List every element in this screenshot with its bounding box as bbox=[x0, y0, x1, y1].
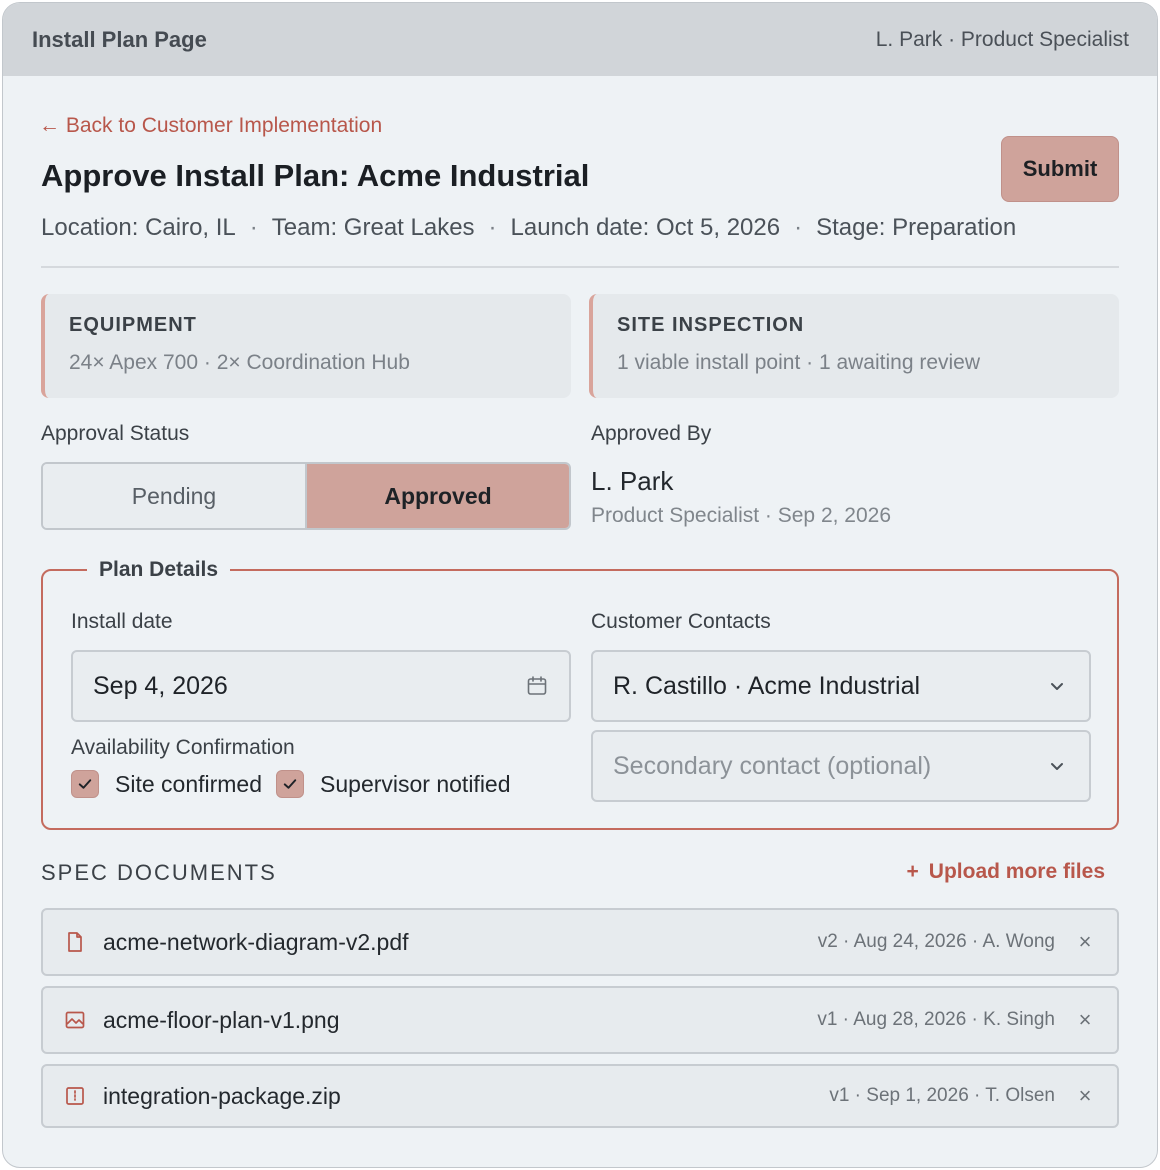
file-name: acme-network-diagram-v2.pdf bbox=[103, 928, 409, 955]
remove-file-close-icon[interactable]: × bbox=[1073, 1083, 1097, 1109]
file-meta: v1 · Sep 1, 2026 · T. Olsen bbox=[829, 1085, 1055, 1106]
upload-more-files-label: Upload more files bbox=[928, 860, 1105, 883]
current-user: L. Park · Product Specialist bbox=[875, 27, 1129, 51]
approver-name: L. Park bbox=[591, 466, 674, 496]
meta-separator: · bbox=[488, 214, 497, 241]
approved-by-label: Approved By bbox=[591, 422, 712, 445]
chevron-down-icon bbox=[1051, 683, 1063, 690]
supervisor-notified-label: Supervisor notified bbox=[320, 770, 511, 797]
site-confirmed-checkbox[interactable] bbox=[71, 770, 99, 798]
equipment-card: EQUIPMENT 24× Apex 700 · 2× Coordination… bbox=[41, 294, 571, 398]
meta-location: Location: Cairo, IL bbox=[41, 214, 236, 241]
file-name: acme-floor-plan-v1.png bbox=[103, 1006, 340, 1033]
site-inspection-card: SITE INSPECTION 1 viable install point ·… bbox=[589, 294, 1119, 398]
approval-status-label: Approval Status bbox=[41, 422, 190, 445]
app-window: Install Plan Page L. Park · Product Spec… bbox=[2, 2, 1158, 1168]
availability-checks: Site confirmed Supervisor notified bbox=[71, 770, 511, 798]
file-meta: v2 · Aug 24, 2026 · A. Wong bbox=[817, 931, 1055, 952]
install-date-value: Sep 4, 2026 bbox=[93, 671, 228, 700]
file-row[interactable]: integration-package.zip v1 · Sep 1, 2026… bbox=[41, 1064, 1119, 1128]
upload-more-files-link[interactable]: + Upload more files bbox=[907, 860, 1105, 884]
file-row[interactable]: acme-network-diagram-v2.pdf v2 · Aug 24,… bbox=[41, 908, 1119, 976]
approval-status-toggle: Pending Approved bbox=[41, 462, 571, 530]
secondary-contact-select[interactable]: Secondary contact (optional) bbox=[591, 730, 1091, 802]
back-link[interactable]: ← Back to Customer Implementation bbox=[39, 114, 382, 138]
equipment-value: 24× Apex 700 · 2× Coordination Hub bbox=[69, 351, 410, 374]
checkmark-icon bbox=[283, 779, 297, 789]
approver-detail: Product Specialist · Sep 2, 2026 bbox=[591, 504, 892, 527]
equipment-label: EQUIPMENT bbox=[69, 314, 197, 336]
page-title: Approve Install Plan: Acme Industrial bbox=[41, 158, 590, 193]
spec-documents-title: SPEC DOCUMENTS bbox=[41, 860, 277, 885]
titlebar: Install Plan Page L. Park · Product Spec… bbox=[3, 3, 1157, 76]
remove-file-close-icon[interactable]: × bbox=[1073, 1007, 1097, 1033]
file-name: integration-package.zip bbox=[103, 1082, 341, 1109]
meta-separator: · bbox=[794, 214, 803, 241]
primary-contact-value: R. Castillo · Acme Industrial bbox=[613, 671, 921, 700]
file-meta: v1 · Aug 28, 2026 · K. Singh bbox=[817, 1009, 1055, 1030]
availability-confirmation-label: Availability Confirmation bbox=[71, 736, 295, 759]
customer-contacts-label: Customer Contacts bbox=[591, 610, 771, 633]
approval-pending-option[interactable]: Pending bbox=[43, 464, 305, 528]
file-row[interactable]: acme-floor-plan-v1.png v1 · Aug 28, 2026… bbox=[41, 986, 1119, 1054]
install-date-input[interactable]: Sep 4, 2026 bbox=[71, 650, 571, 722]
archive-icon bbox=[66, 1087, 84, 1105]
chevron-down-icon bbox=[1051, 763, 1063, 770]
calendar-icon bbox=[527, 676, 547, 695]
install-date-label: Install date bbox=[71, 610, 173, 633]
approval-approved-option[interactable]: Approved bbox=[305, 464, 569, 528]
site-inspection-label: SITE INSPECTION bbox=[617, 314, 805, 336]
plan-details-legend: Plan Details bbox=[99, 558, 219, 581]
document-icon bbox=[68, 932, 82, 952]
meta-separator: · bbox=[249, 214, 258, 241]
checkmark-icon bbox=[78, 779, 92, 789]
meta-team: Team: Great Lakes bbox=[271, 214, 475, 241]
site-confirmed-label: Site confirmed bbox=[115, 770, 263, 797]
site-confirmed-check[interactable]: Site confirmed bbox=[71, 770, 262, 798]
plan-meta: Location: Cairo, IL · Team: Great Lakes … bbox=[41, 214, 1016, 242]
meta-stage: Stage: Preparation bbox=[816, 214, 1017, 241]
supervisor-notified-checkbox[interactable] bbox=[276, 770, 305, 798]
image-icon bbox=[65, 1011, 85, 1029]
plus-icon: + bbox=[906, 860, 919, 883]
header-divider bbox=[41, 266, 1119, 268]
remove-file-close-icon[interactable]: × bbox=[1073, 929, 1097, 955]
supervisor-notified-check[interactable]: Supervisor notified bbox=[276, 770, 511, 798]
meta-launch-date: Launch date: Oct 5, 2026 bbox=[510, 214, 781, 241]
window-title: Install Plan Page bbox=[32, 26, 207, 52]
site-inspection-value: 1 viable install point · 1 awaiting revi… bbox=[617, 351, 981, 374]
primary-contact-select[interactable]: R. Castillo · Acme Industrial bbox=[591, 650, 1091, 722]
submit-button[interactable]: Submit bbox=[1001, 136, 1119, 202]
secondary-contact-placeholder: Secondary contact (optional) bbox=[613, 751, 932, 780]
